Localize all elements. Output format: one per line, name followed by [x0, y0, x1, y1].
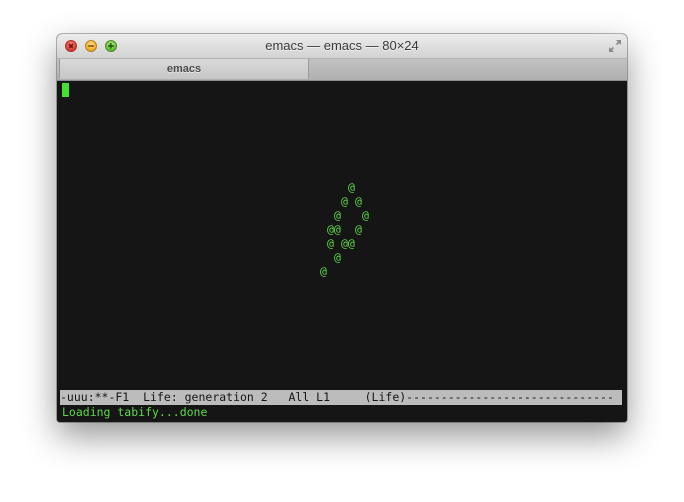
life-cell: @ [334, 208, 341, 222]
life-cell: @ [341, 194, 348, 208]
life-cell: @ [348, 180, 355, 194]
life-cell: @@ [327, 222, 341, 236]
life-cell: @ [362, 208, 369, 222]
text-cursor [62, 83, 69, 97]
life-cell: @ [355, 222, 362, 236]
tab-bar: emacs [57, 59, 627, 81]
mode-line: -uuu:**-F1 Life: generation 2 All L1 (Li… [60, 390, 622, 405]
title-bar[interactable]: emacs — emacs — 80×24 [57, 34, 627, 59]
window-title: emacs — emacs — 80×24 [265, 38, 419, 53]
tab-emacs[interactable]: emacs [59, 59, 309, 79]
life-cell: @ [334, 250, 341, 264]
life-cell: @@ [341, 236, 355, 250]
fullscreen-icon [609, 40, 621, 52]
fullscreen-button[interactable] [607, 38, 623, 54]
life-cell: @ [355, 194, 362, 208]
life-cell: @ [327, 236, 334, 250]
terminal-window: emacs — emacs — 80×24 emacs @ @ @ @ @ @@… [57, 34, 627, 422]
life-cell: @ [320, 264, 327, 278]
echo-area: Loading tabify...done [62, 405, 208, 419]
terminal-content[interactable]: @ @ @ @ @ @@ @ @ @@ @ @ -uuu:**-F1 Life:… [57, 81, 627, 422]
